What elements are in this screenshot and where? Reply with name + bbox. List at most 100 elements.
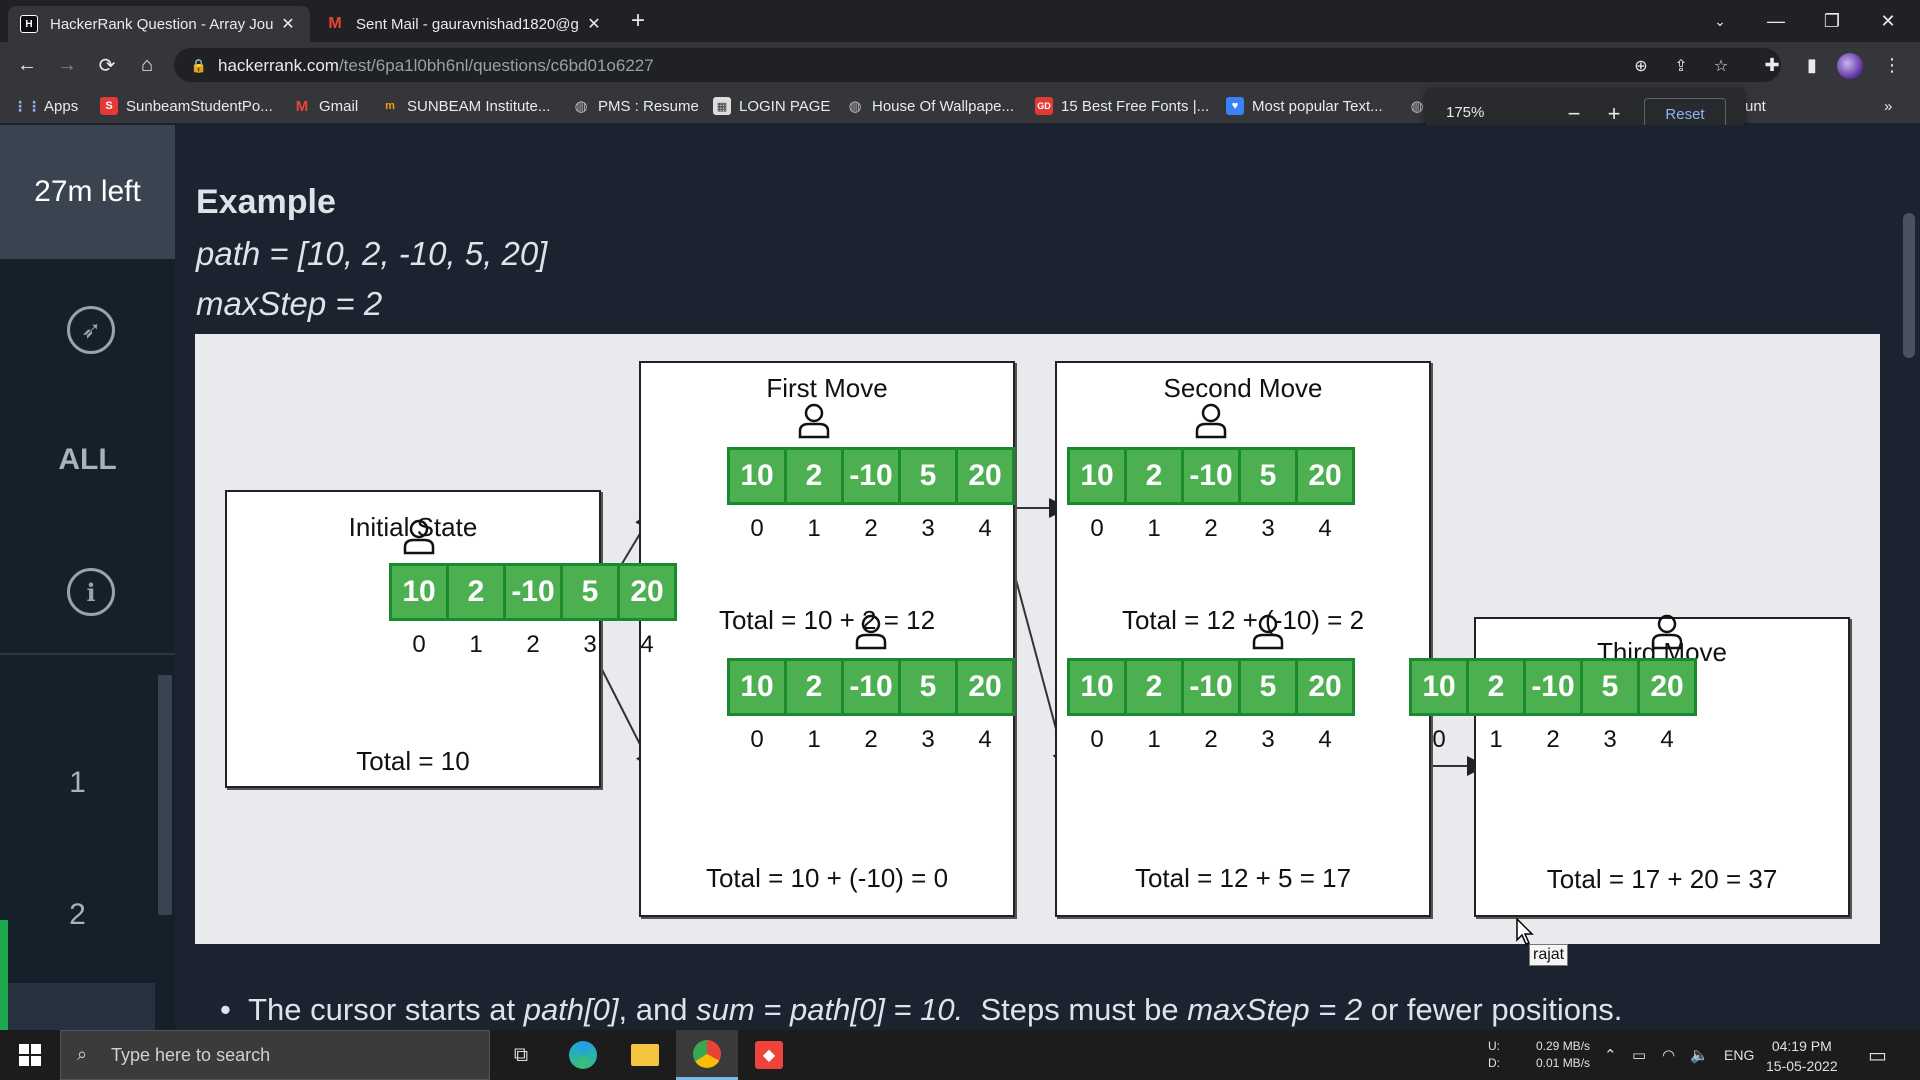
array-cell: 5	[1238, 658, 1298, 716]
address-bar[interactable]: 🔒 hackerrank.com/test/6pa1l0bh6nl/questi…	[174, 48, 1781, 82]
forward-arrow-icon[interactable]: →	[52, 50, 82, 80]
volume-icon[interactable]: 🔈	[1690, 1030, 1709, 1080]
bookmark-free-fonts[interactable]: GD 15 Best Free Fonts |...	[1035, 88, 1209, 124]
battery-icon[interactable]: ▭	[1632, 1030, 1646, 1080]
globe-icon: ◍	[848, 98, 862, 115]
compass-icon[interactable]: ➶	[67, 306, 115, 354]
menu-kebab-icon[interactable]: ⋮	[1877, 50, 1907, 80]
question-2-link[interactable]: 2	[0, 851, 155, 979]
file-explorer-icon[interactable]	[614, 1030, 676, 1080]
person-icon	[798, 403, 830, 439]
box-total: Total = 17 + 20 = 37	[1546, 864, 1778, 894]
anydesk-icon[interactable]: ◆	[738, 1030, 800, 1080]
tab-gmail[interactable]: M Sent Mail - gauravnishad1820@g ✕	[314, 6, 616, 42]
network-speed-labels: U: D:	[1488, 1038, 1500, 1072]
language-indicator[interactable]: ENG	[1724, 1030, 1754, 1080]
bookmark-sunbeam-student[interactable]: S SunbeamStudentPo...	[100, 88, 273, 124]
bullet-text: or fewer positions.	[1362, 992, 1623, 1027]
bookmark-gmail[interactable]: M Gmail	[293, 88, 358, 124]
example-maxstep: maxStep = 2	[196, 285, 383, 322]
array-cell: -10	[841, 447, 901, 505]
side-panel-icon[interactable]: ▮	[1797, 50, 1827, 80]
array-cell: 20	[617, 563, 677, 621]
array-cell: 5	[898, 447, 958, 505]
array-cell: -10	[1181, 447, 1241, 505]
reload-icon[interactable]: ⟳	[92, 50, 122, 80]
extensions-puzzle-icon[interactable]: ✚	[1757, 50, 1787, 80]
info-icon[interactable]: i	[67, 568, 115, 616]
task-view-icon[interactable]: ⧉	[490, 1030, 552, 1080]
question-1-link[interactable]: 1	[0, 719, 155, 847]
bookmark-login-page[interactable]: ▦ LOGIN PAGE	[713, 88, 830, 124]
all-questions-link[interactable]: ALL	[0, 443, 175, 477]
bookmark-popular-text[interactable]: ♥ Most popular Text...	[1226, 88, 1383, 124]
array-cell: 20	[1295, 447, 1355, 505]
lock-icon[interactable]: 🔒	[188, 55, 210, 77]
new-tab-button[interactable]: +	[620, 0, 656, 42]
back-arrow-icon[interactable]: ←	[12, 50, 42, 80]
chrome-icon[interactable]	[676, 1030, 738, 1080]
array-cell: 10	[1067, 447, 1127, 505]
edge-icon[interactable]	[552, 1030, 614, 1080]
zoom-magnifier-icon[interactable]: ⊕	[1630, 55, 1652, 77]
array-index: 4	[1318, 515, 1332, 542]
bookmark-pms-resume[interactable]: ◍ PMS : Resume	[572, 88, 699, 124]
notifications-icon[interactable]: ▭	[1868, 1030, 1887, 1080]
taskbar-search-input[interactable]: ⌕ Type here to search	[60, 1030, 490, 1080]
array-cell: -10	[841, 658, 901, 716]
apps-grid-icon: ⋮⋮	[13, 97, 41, 114]
array-cell: 20	[1637, 658, 1697, 716]
bullet-text: Steps must be	[963, 992, 1188, 1027]
close-tab-icon[interactable]: ✕	[278, 14, 298, 34]
share-icon[interactable]: ⇪	[1670, 55, 1692, 77]
array-cell: 5	[1238, 447, 1298, 505]
clock-date: 15-05-2022	[1766, 1058, 1838, 1074]
array-cell: 2	[1466, 658, 1526, 716]
tab-title: Sent Mail - gauravnishad1820@g	[356, 15, 579, 33]
upload-label: U:	[1488, 1039, 1500, 1053]
tab-search-chevron-icon[interactable]: ⌄	[1692, 0, 1748, 42]
sidebar-scrollbar[interactable]	[158, 675, 172, 915]
array-index: 4	[978, 515, 992, 542]
array-cell: -10	[1181, 658, 1241, 716]
array-cell: 10	[389, 563, 449, 621]
url-host: hackerrank.com	[218, 56, 339, 75]
home-icon[interactable]: ⌂	[132, 50, 162, 80]
bookmark-house-of-wallpapers[interactable]: ◍ House Of Wallpape...	[846, 88, 1014, 124]
array-cell: 10	[1067, 658, 1127, 716]
browser-toolbar: ← → ⟳ ⌂ 🔒 hackerrank.com/test/6pa1l0bh6n…	[0, 42, 1920, 88]
box-total: Total = 10	[356, 746, 470, 776]
array-cell: 20	[955, 658, 1015, 716]
minimize-icon[interactable]: —	[1748, 0, 1804, 42]
close-window-icon[interactable]: ✕	[1860, 0, 1916, 42]
bookmark-label: 15 Best Free Fonts |...	[1061, 97, 1210, 115]
bookmark-star-icon[interactable]: ☆	[1710, 55, 1732, 77]
page-scrollbar[interactable]	[1903, 213, 1915, 358]
login-page-icon: ▦	[713, 97, 731, 115]
system-clock[interactable]: 04:19 PM 15-05-2022	[1766, 1036, 1838, 1076]
download-label: D:	[1488, 1056, 1500, 1070]
gmail-icon: M	[295, 97, 309, 115]
wifi-icon[interactable]: ◠	[1662, 1030, 1675, 1080]
tray-chevron-icon[interactable]: ⌃	[1604, 1030, 1617, 1080]
bookmark-account[interactable]: unt	[1745, 88, 1766, 124]
windows-start-icon[interactable]	[0, 1030, 60, 1080]
bookmark-sunbeam-institute[interactable]: m SUNBEAM Institute...	[381, 88, 550, 124]
array-cell: 2	[784, 658, 844, 716]
heart-icon: ♥	[1226, 97, 1244, 115]
bookmark-label: SunbeamStudentPo...	[126, 97, 273, 115]
person-icon	[1195, 403, 1227, 439]
more-bookmarks-button[interactable]: »	[1884, 88, 1892, 124]
search-icon: ⌕	[77, 1044, 88, 1064]
mouse-cursor-icon	[1516, 918, 1534, 945]
tab-hackerrank[interactable]: H HackerRank Question - Array Jou ✕	[8, 6, 310, 42]
restore-icon[interactable]: ❐	[1804, 0, 1860, 42]
bookmark-label: Apps	[44, 97, 79, 115]
close-tab-icon[interactable]: ✕	[584, 14, 604, 34]
browser-tab-strip: H HackerRank Question - Array Jou ✕ M Se…	[0, 0, 1920, 42]
bookmark-label: PMS : Resume	[598, 97, 699, 115]
array-cell: 20	[955, 447, 1015, 505]
profile-avatar[interactable]	[1837, 53, 1863, 79]
sunbeam-icon: S	[100, 97, 118, 115]
bookmark-apps[interactable]: ⋮⋮ Apps	[13, 88, 79, 124]
